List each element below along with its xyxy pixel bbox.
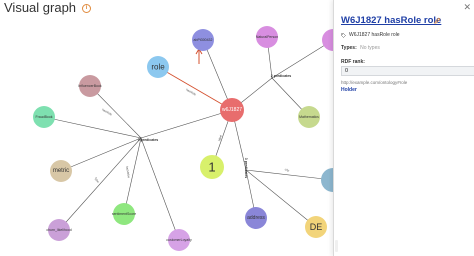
resource-url: http://example.com/ontology#role	[341, 80, 408, 85]
graph-node[interactable]	[305, 216, 327, 238]
graph-node[interactable]	[147, 56, 169, 78]
resource-title-link[interactable]: W6J1827 hasRole role	[341, 15, 441, 26]
graph-node[interactable]	[192, 29, 214, 51]
graph-edge[interactable]	[140, 109, 233, 139]
graph-edge[interactable]	[43, 116, 142, 139]
graph-edge[interactable]	[140, 137, 180, 241]
graph-node[interactable]	[298, 106, 320, 128]
panel-resize-handle[interactable]	[335, 240, 338, 252]
info-icon[interactable]: i	[82, 4, 91, 13]
annotation-arrow-icon	[195, 48, 203, 64]
label-text: W6J1827 hasRole role	[349, 32, 400, 38]
rdf-rank-label: RDF rank:	[341, 59, 365, 65]
resource-details-panel: ✕ W6J1827 hasRole role W6J1827 hasRole r…	[333, 0, 474, 256]
holder-link[interactable]: Holder	[341, 87, 357, 93]
graph-node[interactable]	[48, 219, 70, 241]
types-row: Types: No types	[341, 45, 380, 51]
rdf-rank-field[interactable]	[341, 66, 474, 76]
graph-node[interactable]	[245, 207, 267, 229]
graph-node[interactable]	[113, 203, 135, 225]
page-title: Visual graph	[4, 0, 77, 15]
types-value: No types	[360, 45, 380, 51]
types-label: Types:	[341, 45, 357, 51]
label-row: W6J1827 hasRole role	[341, 32, 400, 38]
graph-node[interactable]	[33, 106, 55, 128]
graph-node[interactable]	[256, 26, 278, 48]
graph-edge[interactable]	[60, 137, 142, 172]
predicate-hub	[245, 169, 247, 171]
close-icon[interactable]: ✕	[463, 3, 471, 12]
pencil-icon[interactable]	[434, 17, 441, 24]
graph-node[interactable]	[168, 229, 190, 251]
predicate-hub	[271, 77, 273, 79]
predicate-hub	[140, 137, 142, 139]
graph-edge[interactable]	[245, 169, 334, 181]
graph-edge[interactable]	[123, 137, 142, 215]
graph-node[interactable]	[200, 155, 224, 179]
graph-node[interactable]	[220, 98, 244, 122]
tag-icon	[341, 32, 346, 38]
graph-node[interactable]	[79, 75, 101, 97]
graph-node[interactable]	[50, 160, 72, 182]
graph-edge[interactable]	[157, 66, 233, 111]
